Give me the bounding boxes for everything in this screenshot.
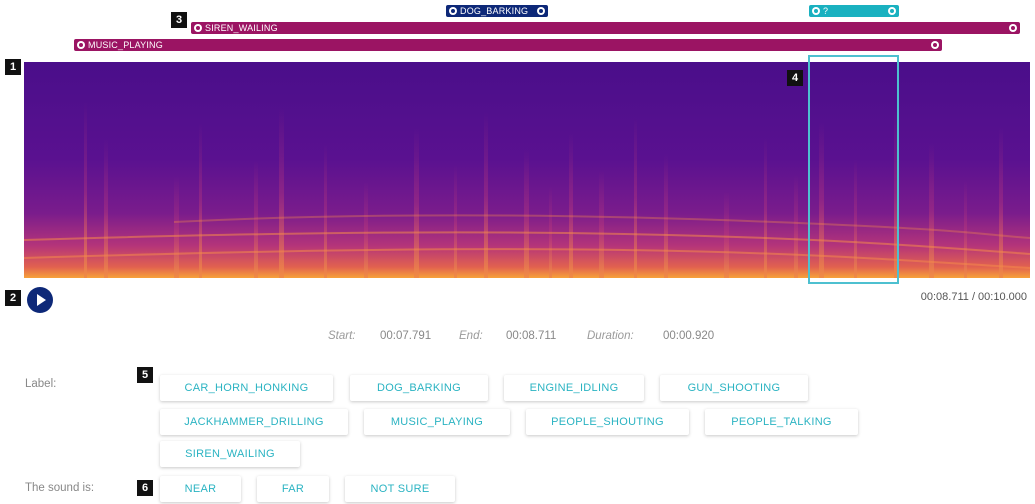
- start-label: Start:: [328, 330, 356, 342]
- label-option-siren-wailing[interactable]: SIREN_WAILING: [160, 441, 300, 467]
- annotation-badge: 1: [5, 59, 21, 75]
- annotation-badge: 3: [171, 12, 187, 28]
- play-icon: [37, 294, 46, 306]
- proximity-option-near[interactable]: NEAR: [160, 476, 241, 502]
- region-label: DOG_BARKING: [460, 6, 529, 16]
- region-start-handle[interactable]: [449, 7, 457, 15]
- region-end-handle[interactable]: [888, 7, 896, 15]
- annotation-badge: 2: [5, 290, 21, 306]
- label-option-dog-barking[interactable]: DOG_BARKING: [350, 375, 488, 401]
- duration-label: Duration:: [587, 330, 634, 342]
- annotation-badge: 4: [787, 70, 803, 86]
- label-row-title: Label:: [25, 378, 57, 390]
- proximity-option-not-sure[interactable]: NOT SURE: [345, 476, 455, 502]
- playback-time: 00:08.711 / 00:10.000: [920, 291, 1027, 303]
- region-dog-barking[interactable]: DOG_BARKING: [446, 5, 548, 17]
- region-end-handle[interactable]: [537, 7, 545, 15]
- label-option-engine-idling[interactable]: ENGINE_IDLING: [504, 375, 644, 401]
- label-option-gun-shooting[interactable]: GUN_SHOOTING: [660, 375, 808, 401]
- proximity-row-title: The sound is:: [25, 482, 95, 494]
- end-value: 00:08.711: [506, 330, 557, 342]
- region-label: SIREN_WAILING: [205, 23, 278, 33]
- annotation-badge: 5: [137, 367, 153, 383]
- region-label: ?: [823, 6, 829, 16]
- region-end-handle[interactable]: [1009, 24, 1017, 32]
- label-option-music-playing[interactable]: MUSIC_PLAYING: [364, 409, 510, 435]
- region-end-handle[interactable]: [931, 41, 939, 49]
- selection-box[interactable]: [808, 55, 899, 284]
- label-option-people-talking[interactable]: PEOPLE_TALKING: [705, 409, 858, 435]
- region-music-playing[interactable]: MUSIC_PLAYING: [74, 39, 942, 51]
- region-unknown[interactable]: ?: [809, 5, 899, 17]
- start-value: 00:07.791: [380, 330, 432, 342]
- end-label: End:: [459, 330, 483, 342]
- region-siren-wailing[interactable]: SIREN_WAILING: [191, 22, 1020, 34]
- proximity-option-far[interactable]: FAR: [257, 476, 329, 502]
- region-label: MUSIC_PLAYING: [88, 40, 163, 50]
- label-option-people-shouting[interactable]: PEOPLE_SHOUTING: [526, 409, 689, 435]
- label-option-car-horn-honking[interactable]: CAR_HORN_HONKING: [160, 375, 333, 401]
- annotation-badge: 6: [137, 480, 153, 496]
- region-start-handle[interactable]: [812, 7, 820, 15]
- label-option-jackhammer-drilling[interactable]: JACKHAMMER_DRILLING: [160, 409, 348, 435]
- region-start-handle[interactable]: [194, 24, 202, 32]
- region-start-handle[interactable]: [77, 41, 85, 49]
- play-button[interactable]: [27, 287, 53, 313]
- duration-value: 00:00.920: [663, 330, 715, 342]
